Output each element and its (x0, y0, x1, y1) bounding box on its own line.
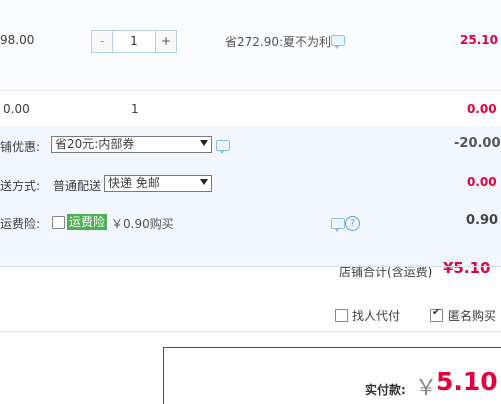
proxy-pay-label[interactable]: 找人代付 (352, 307, 400, 324)
quantity-stepper[interactable]: - 1 + (91, 30, 177, 53)
shipping-selected: 快递 免邮 (108, 176, 160, 190)
payment-amount: 5.10 (436, 367, 498, 396)
secondary-total: 0.00 (467, 102, 497, 116)
shop-discount-select[interactable]: 省20元:内部券 (51, 136, 212, 153)
unit-price: 98.00 (0, 33, 35, 47)
quantity-input[interactable]: 1 (113, 31, 155, 52)
shop-total-amount: ¥5.10 (443, 259, 491, 277)
insurance-tag: 运费险 (67, 214, 108, 230)
divider (0, 331, 501, 332)
secondary-item-row: 0.00 1 0.00 (0, 90, 501, 127)
shop-discount-amount: -20.00 (454, 136, 501, 151)
help-icon[interactable]: ? (345, 216, 360, 231)
insurance-price-text: ￥0.90购买 (111, 217, 174, 231)
payment-summary-box: 实付款: ￥ 5.10 (163, 347, 501, 404)
chat-icon[interactable] (331, 35, 345, 49)
chevron-down-icon (200, 179, 208, 185)
insurance-checkbox[interactable] (52, 216, 65, 229)
divider (0, 266, 501, 267)
payment-label: 实付款: (365, 383, 406, 397)
proxy-pay-checkbox[interactable] (335, 309, 348, 322)
chevron-down-icon (200, 140, 208, 146)
quantity-decrease-button[interactable]: - (92, 31, 113, 52)
shipping-select[interactable]: 快递 免邮 (104, 175, 212, 192)
order-item-row: 98.00 - 1 + 省272.90:夏不为利 25.10 (0, 0, 501, 90)
chat-icon[interactable] (331, 218, 345, 232)
anonymous-checkbox[interactable] (430, 307, 443, 322)
shipping-label: 送方式: (0, 179, 41, 193)
shop-discount-label: 铺优惠: (0, 140, 41, 154)
insurance-amount: 0.90 (466, 213, 499, 228)
item-subtotal: 25.10 (460, 33, 498, 47)
insurance-label: 运费险: (0, 217, 41, 231)
shipping-amount: 0.00 (467, 175, 497, 189)
shipping-method-text: 普通配送 (53, 179, 102, 193)
anonymous-label[interactable]: 匿名购买 (448, 307, 496, 324)
payment-currency: ￥ (415, 376, 438, 401)
secondary-count: 1 (131, 102, 139, 116)
quantity-increase-button[interactable]: + (155, 31, 176, 52)
order-options-panel: 铺优惠: 省20元:内部券 -20.00 送方式: 普通配送 快递 免邮 0.0… (0, 126, 501, 279)
savings-text: 省272.90:夏不为利 (225, 35, 332, 49)
shop-discount-selected: 省20元:内部券 (55, 137, 135, 151)
secondary-price: 0.00 (3, 102, 30, 116)
chat-icon[interactable] (216, 140, 230, 154)
